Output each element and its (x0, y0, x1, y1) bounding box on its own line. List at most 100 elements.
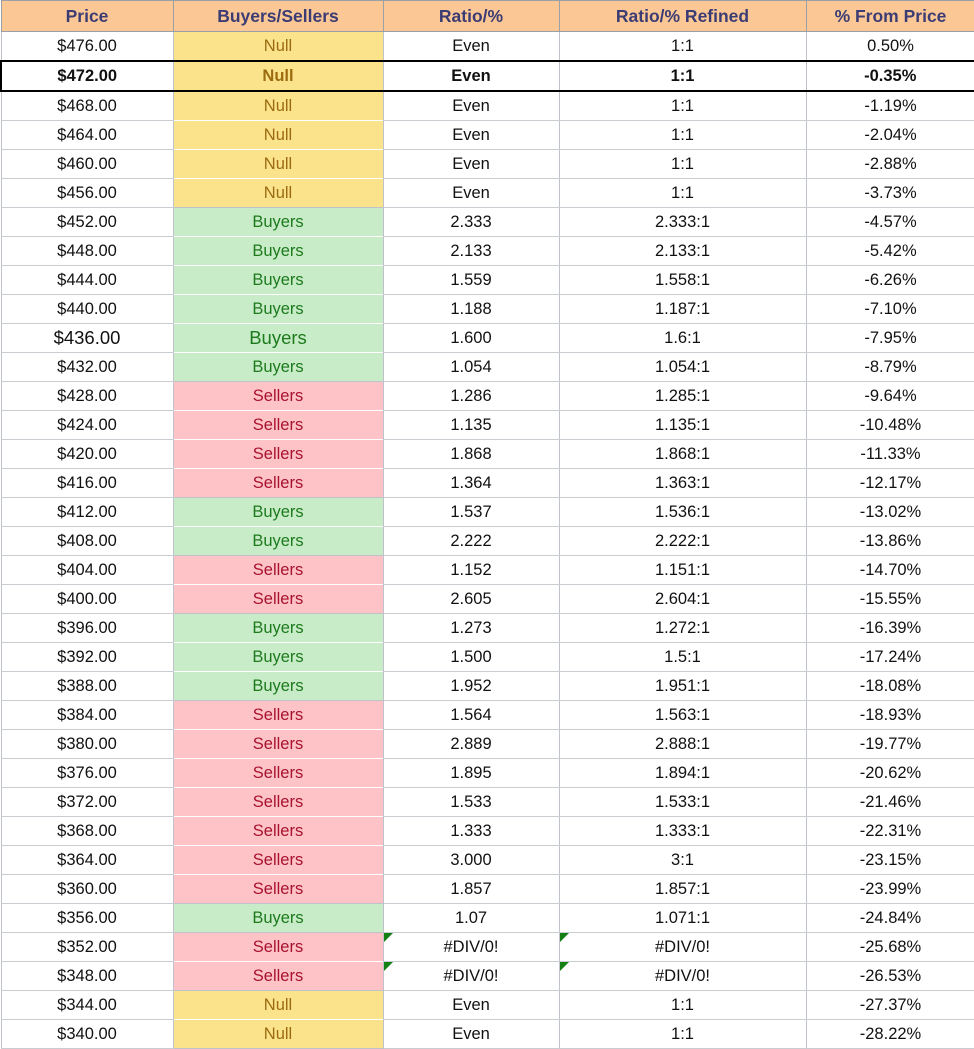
cell-pct-from-price[interactable]: -12.17% (805, 468, 974, 498)
cell-ratio[interactable]: #DIV/0! (382, 932, 560, 962)
cell-pct-from-price[interactable]: -17.24% (805, 642, 974, 672)
cell-buyers-sellers[interactable]: Sellers (172, 729, 384, 759)
cell-ratio[interactable]: Even (382, 149, 560, 179)
cell-ratio[interactable]: Even (382, 1019, 560, 1049)
cell-ratio-refined[interactable]: 1.6:1 (558, 323, 807, 353)
cell-buyers-sellers[interactable]: Buyers (172, 671, 384, 701)
cell-pct-from-price[interactable]: -1.19% (805, 90, 974, 121)
cell-buyers-sellers[interactable]: Buyers (172, 207, 384, 237)
cell-price[interactable]: $456.00 (0, 178, 174, 208)
cell-buyers-sellers[interactable]: Buyers (172, 903, 384, 933)
cell-pct-from-price[interactable]: -7.95% (805, 323, 974, 353)
cell-price[interactable]: $428.00 (0, 381, 174, 411)
cell-pct-from-price[interactable]: 0.50% (805, 31, 974, 62)
cell-ratio[interactable]: Even (382, 60, 560, 92)
cell-ratio-refined[interactable]: 1:1 (558, 990, 807, 1020)
cell-buyers-sellers[interactable]: Sellers (172, 439, 384, 469)
cell-price[interactable]: $356.00 (0, 903, 174, 933)
cell-pct-from-price[interactable]: -27.37% (805, 990, 974, 1020)
cell-ratio[interactable]: 2.605 (382, 584, 560, 614)
cell-price[interactable]: $340.00 (0, 1019, 174, 1049)
cell-price[interactable]: $464.00 (0, 120, 174, 150)
cell-price[interactable]: $416.00 (0, 468, 174, 498)
column-header-price[interactable]: Price (0, 0, 174, 32)
cell-pct-from-price[interactable]: -13.86% (805, 526, 974, 556)
cell-pct-from-price[interactable]: -7.10% (805, 294, 974, 324)
cell-ratio-refined[interactable]: 1.558:1 (558, 265, 807, 295)
cell-ratio-refined[interactable]: 1:1 (558, 178, 807, 208)
cell-ratio[interactable]: 1.07 (382, 903, 560, 933)
cell-ratio-refined[interactable]: 1.333:1 (558, 816, 807, 846)
cell-ratio-refined[interactable]: 1:1 (558, 90, 807, 121)
cell-ratio[interactable]: 1.500 (382, 642, 560, 672)
cell-ratio-refined[interactable]: 1:1 (558, 120, 807, 150)
cell-price[interactable]: $344.00 (0, 990, 174, 1020)
cell-ratio[interactable]: 3.000 (382, 845, 560, 875)
cell-buyers-sellers[interactable]: Sellers (172, 410, 384, 440)
cell-buyers-sellers[interactable]: Buyers (172, 497, 384, 527)
cell-ratio[interactable]: Even (382, 990, 560, 1020)
column-header-ratio[interactable]: Ratio/% (382, 0, 560, 32)
cell-ratio-refined[interactable]: 3:1 (558, 845, 807, 875)
cell-buyers-sellers[interactable]: Sellers (172, 961, 384, 991)
cell-price[interactable]: $448.00 (0, 236, 174, 266)
cell-price[interactable]: $420.00 (0, 439, 174, 469)
cell-price[interactable]: $396.00 (0, 613, 174, 643)
cell-ratio[interactable]: 1.868 (382, 439, 560, 469)
cell-ratio[interactable]: #DIV/0! (382, 961, 560, 991)
cell-buyers-sellers[interactable]: Null (172, 1019, 384, 1049)
cell-ratio[interactable]: 2.333 (382, 207, 560, 237)
cell-pct-from-price[interactable]: -23.15% (805, 845, 974, 875)
cell-ratio-refined[interactable]: 1.5:1 (558, 642, 807, 672)
cell-price[interactable]: $360.00 (0, 874, 174, 904)
cell-price[interactable]: $372.00 (0, 787, 174, 817)
cell-buyers-sellers[interactable]: Buyers (172, 642, 384, 672)
cell-buyers-sellers[interactable]: Null (172, 149, 384, 179)
cell-ratio[interactable]: Even (382, 31, 560, 62)
cell-ratio[interactable]: 1.054 (382, 352, 560, 382)
column-header-ratio-refined[interactable]: Ratio/% Refined (558, 0, 807, 32)
cell-ratio[interactable]: 1.857 (382, 874, 560, 904)
cell-buyers-sellers[interactable]: Sellers (172, 845, 384, 875)
cell-buyers-sellers[interactable]: Buyers (172, 613, 384, 643)
cell-buyers-sellers[interactable]: Sellers (172, 700, 384, 730)
cell-buyers-sellers[interactable]: Buyers (172, 323, 384, 353)
cell-ratio-refined[interactable]: 1.135:1 (558, 410, 807, 440)
cell-ratio-refined[interactable]: #DIV/0! (558, 961, 807, 991)
cell-price[interactable]: $352.00 (0, 932, 174, 962)
cell-ratio-refined[interactable]: 1.071:1 (558, 903, 807, 933)
cell-ratio-refined[interactable]: 2.133:1 (558, 236, 807, 266)
cell-pct-from-price[interactable]: -9.64% (805, 381, 974, 411)
cell-pct-from-price[interactable]: -10.48% (805, 410, 974, 440)
cell-price[interactable]: $440.00 (0, 294, 174, 324)
cell-ratio-refined[interactable]: 1.151:1 (558, 555, 807, 585)
cell-price[interactable]: $444.00 (0, 265, 174, 295)
cell-pct-from-price[interactable]: -21.46% (805, 787, 974, 817)
cell-pct-from-price[interactable]: -22.31% (805, 816, 974, 846)
cell-buyers-sellers[interactable]: Sellers (172, 758, 384, 788)
cell-ratio[interactable]: Even (382, 178, 560, 208)
cell-ratio-refined[interactable]: 1.857:1 (558, 874, 807, 904)
cell-ratio-refined[interactable]: 1:1 (558, 60, 807, 92)
cell-pct-from-price[interactable]: -16.39% (805, 613, 974, 643)
cell-ratio[interactable]: Even (382, 90, 560, 121)
cell-buyers-sellers[interactable]: Null (172, 31, 384, 61)
cell-price[interactable]: $392.00 (0, 642, 174, 672)
cell-ratio-refined[interactable]: 1:1 (558, 1019, 807, 1049)
cell-pct-from-price[interactable]: -3.73% (805, 178, 974, 208)
cell-buyers-sellers[interactable]: Sellers (172, 584, 384, 614)
cell-pct-from-price[interactable]: -5.42% (805, 236, 974, 266)
cell-ratio-refined[interactable]: 1.272:1 (558, 613, 807, 643)
cell-ratio-refined[interactable]: 2.604:1 (558, 584, 807, 614)
cell-ratio-refined[interactable]: 2.222:1 (558, 526, 807, 556)
cell-ratio[interactable]: 1.152 (382, 555, 560, 585)
cell-ratio-refined[interactable]: 2.333:1 (558, 207, 807, 237)
cell-buyers-sellers[interactable]: Null (172, 91, 384, 121)
cell-ratio-refined[interactable]: 1:1 (558, 31, 807, 62)
cell-ratio[interactable]: 1.273 (382, 613, 560, 643)
cell-ratio-refined[interactable]: 1.363:1 (558, 468, 807, 498)
cell-price[interactable]: $404.00 (0, 555, 174, 585)
cell-price[interactable]: $348.00 (0, 961, 174, 991)
cell-ratio[interactable]: 1.533 (382, 787, 560, 817)
cell-ratio[interactable]: 1.364 (382, 468, 560, 498)
